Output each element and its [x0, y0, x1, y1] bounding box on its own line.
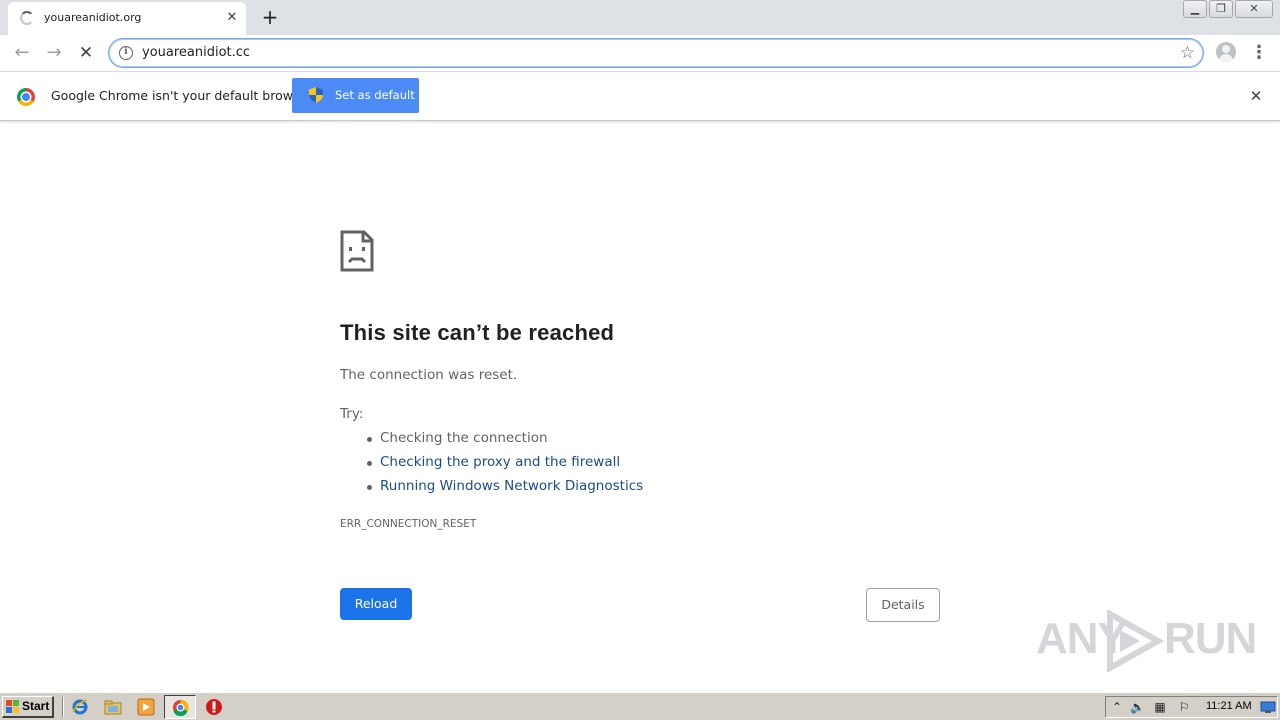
network-icon[interactable]: ▦	[1153, 700, 1167, 714]
error-subtitle: The connection was reset.	[340, 367, 518, 383]
windows-logo-icon	[6, 700, 19, 713]
tab-active[interactable]: youareanidiot.org ✕	[8, 2, 246, 35]
back-button[interactable]: ←	[10, 41, 34, 65]
bookmark-star-icon[interactable]: ☆	[1180, 43, 1195, 63]
tab-title: youareanidiot.org	[44, 11, 142, 24]
taskbar-separator	[62, 697, 64, 717]
suggestion-check-connection: Checking the connection	[366, 429, 643, 453]
action-center-flag-icon[interactable]: ⚐	[1177, 700, 1191, 714]
tab-close-icon[interactable]: ✕	[224, 10, 240, 26]
show-desktop-icon[interactable]	[1260, 700, 1276, 714]
watermark-run-text: RUN	[1164, 614, 1257, 663]
suggestion-check-proxy-link[interactable]: Checking the proxy and the firewall	[366, 453, 643, 477]
taskbar-chrome-active[interactable]	[164, 695, 196, 719]
suggestion-list: Checking the connection Checking the pro…	[366, 429, 643, 501]
set-as-default-button[interactable]: Set as default	[292, 78, 419, 113]
sad-document-icon	[340, 230, 374, 272]
site-info-icon[interactable]: i	[119, 46, 133, 60]
address-bar[interactable]: i youareanidiot.cc ☆	[108, 38, 1204, 68]
volume-icon[interactable]: 🔈	[1130, 700, 1145, 714]
internet-explorer-icon[interactable]	[71, 698, 89, 716]
window-close-button[interactable]: ✕	[1235, 0, 1273, 18]
infobar-close-icon[interactable]: ✕	[1247, 87, 1265, 105]
tray-expand-icon[interactable]: ⌃	[1110, 700, 1124, 714]
taskbar-clock[interactable]: 11:21 AM	[1206, 700, 1252, 712]
try-label: Try:	[340, 406, 364, 422]
infobar-message: Google Chrome isn't your default browser	[51, 88, 313, 103]
new-tab-button[interactable]: +	[258, 5, 282, 29]
set-as-default-label: Set as default	[335, 88, 415, 102]
chrome-taskbar-icon	[172, 699, 189, 716]
stop-loading-button[interactable]: ✕	[74, 41, 98, 65]
browser-toolbar: ← → ✕ i youareanidiot.cc ☆ ⋮	[0, 35, 1280, 71]
default-browser-infobar: Google Chrome isn't your default browser…	[0, 71, 1280, 121]
restore-button[interactable]: ❐	[1209, 0, 1233, 18]
reload-button[interactable]: Reload	[340, 588, 412, 620]
start-button[interactable]: Start	[2, 696, 54, 718]
anyrun-watermark: ANY RUN	[1036, 608, 1257, 672]
play-logo-icon	[1107, 610, 1164, 672]
details-button[interactable]: Details	[866, 588, 940, 622]
file-explorer-icon[interactable]	[104, 698, 122, 716]
url-input[interactable]: youareanidiot.cc	[142, 45, 250, 60]
media-player-icon[interactable]	[137, 698, 155, 716]
start-label: Start	[22, 699, 50, 713]
chrome-logo-icon	[17, 88, 35, 106]
error-code: ERR_CONNECTION_RESET	[340, 518, 477, 530]
tab-strip: youareanidiot.org ✕ + ▁ ❐ ✕	[0, 0, 1280, 35]
desktop-icon	[1260, 701, 1276, 713]
system-tray: ⌃ 🔈 ▦ ⚐ 11:21 AM	[1105, 696, 1278, 718]
chrome-menu-icon[interactable]: ⋮	[1250, 41, 1268, 65]
stop-sign-app-icon[interactable]	[205, 698, 223, 716]
minimize-button[interactable]: ▁	[1183, 0, 1207, 18]
loading-spinner-icon	[20, 11, 34, 25]
suggestion-network-diagnostics-link[interactable]: Running Windows Network Diagnostics	[366, 477, 643, 501]
forward-button[interactable]: →	[42, 41, 66, 65]
windows-taskbar: Start ⌃ 🔈 ▦ ⚐ 11:21 AM	[0, 692, 1280, 720]
uac-shield-icon	[309, 87, 323, 103]
error-title: This site can’t be reached	[340, 320, 615, 345]
profile-avatar-icon[interactable]	[1216, 42, 1236, 62]
